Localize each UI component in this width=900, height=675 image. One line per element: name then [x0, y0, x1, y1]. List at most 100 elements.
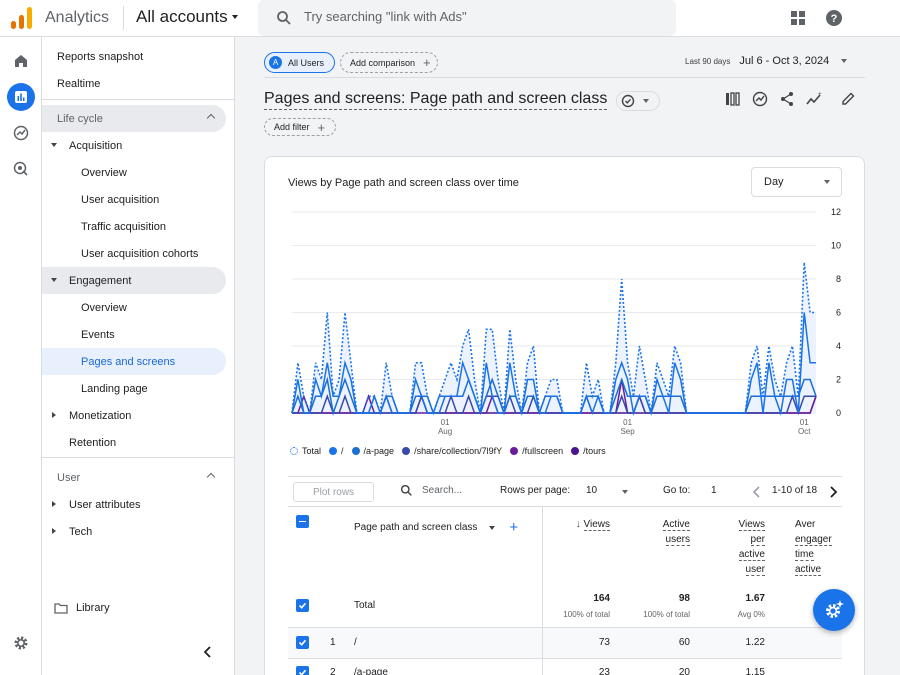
account-selector[interactable]: All accounts: [136, 7, 238, 27]
add-comparison-button[interactable]: Add comparison +: [340, 52, 438, 73]
chevron-down-icon: [643, 99, 649, 103]
account-name: All accounts: [136, 7, 228, 26]
sidebar-item-retention[interactable]: Retention: [42, 429, 226, 456]
table-search[interactable]: Search...: [400, 484, 462, 497]
sidebar-item-monetization[interactable]: Monetization: [42, 402, 226, 429]
date-range-picker[interactable]: Last 90 days Jul 6 - Oct 3, 2024: [685, 55, 848, 67]
sidebar-item-user-acquisition[interactable]: User acquisition: [42, 186, 226, 213]
sort-arrow-icon: ↓: [575, 519, 581, 530]
x-tick-label: Aug: [438, 427, 452, 436]
analytics-logo-icon[interactable]: [11, 7, 33, 29]
report-status-button[interactable]: [616, 91, 660, 111]
svg-text:?: ?: [831, 13, 838, 25]
sidebar-item-user-attributes[interactable]: User attributes: [42, 491, 226, 518]
sidebar-section-life-cycle[interactable]: Life cycle: [42, 105, 226, 132]
prev-page-icon[interactable]: [752, 486, 762, 498]
divider: [123, 6, 124, 30]
compare-columns-icon[interactable]: [725, 91, 741, 107]
sidebar-item-reports-snapshot[interactable]: Reports snapshot: [42, 43, 226, 70]
divider: [264, 77, 865, 78]
help-icon[interactable]: ?: [825, 9, 843, 27]
row-path[interactable]: /a-page: [354, 667, 388, 675]
page-scrollbar[interactable]: [893, 37, 900, 675]
share-icon[interactable]: [779, 91, 795, 107]
sidebar-item-engagement[interactable]: Engagement: [42, 267, 226, 294]
apps-grid-icon[interactable]: [789, 9, 807, 27]
legend-item[interactable]: Total: [290, 446, 321, 456]
row-path[interactable]: /: [354, 637, 357, 648]
goto-label: Go to:: [663, 485, 691, 496]
legend-item[interactable]: /tours: [571, 446, 606, 456]
chevron-up-icon: [206, 113, 216, 123]
home-icon[interactable]: [7, 47, 35, 75]
explore-icon[interactable]: [7, 119, 35, 147]
legend-swatch: [571, 447, 580, 455]
col-header-active-users[interactable]: Active users: [640, 517, 690, 547]
collapse-sidebar-icon[interactable]: [203, 646, 213, 658]
checkmark-icon: [298, 602, 307, 609]
legend-item[interactable]: /share/collection/7l9fY: [402, 446, 502, 456]
caret-down-icon: [51, 143, 57, 147]
next-page-icon[interactable]: [828, 486, 838, 498]
x-tick-label: 01: [441, 418, 450, 427]
legend-item[interactable]: /: [329, 446, 344, 456]
comparison-chip-all-users[interactable]: A All Users: [264, 52, 335, 73]
x-tick-label: Sep: [620, 427, 635, 436]
col-header-views-per-user[interactable]: Views per active user: [715, 517, 765, 577]
rows-per-page-select[interactable]: 10: [586, 485, 597, 496]
reports-icon[interactable]: [7, 83, 35, 111]
legend-item[interactable]: /a-page: [351, 446, 394, 456]
row-index: 2: [330, 667, 336, 675]
total-vpu-sub: Avg 0%: [737, 610, 765, 619]
table-search-input[interactable]: Search...: [422, 485, 462, 496]
interval-select[interactable]: Day: [751, 167, 842, 197]
row-views: 23: [598, 667, 610, 675]
sidebar-item-acquisition-overview[interactable]: Overview: [42, 159, 226, 186]
total-row-checkbox[interactable]: [296, 599, 309, 612]
add-dimension-plus-icon[interactable]: +: [509, 519, 518, 536]
divider: [288, 506, 842, 507]
row-checkbox[interactable]: [296, 666, 309, 675]
total-views-per-user: 1.67: [745, 593, 765, 604]
sidebar-item-tech[interactable]: Tech: [42, 518, 226, 545]
avatar: A: [269, 56, 282, 69]
top-bar: Analytics All accounts ?: [0, 0, 900, 37]
chevron-down-icon[interactable]: [622, 490, 628, 494]
total-users-sub: 100% of total: [643, 610, 690, 619]
sidebar-item-landing-page[interactable]: Landing page: [42, 375, 226, 402]
sidebar-item-user-acquisition-cohorts[interactable]: User acquisition cohorts: [42, 240, 226, 267]
row-views: 73: [598, 637, 610, 648]
col-header-views[interactable]: ↓ Views: [560, 517, 610, 532]
svg-text:+: +: [818, 92, 822, 98]
caret-down-icon: [51, 278, 57, 282]
search-input[interactable]: [304, 9, 654, 24]
sidebar-item-events[interactable]: Events: [42, 321, 226, 348]
insights-fab-button[interactable]: [813, 589, 855, 631]
select-all-checkbox[interactable]: [296, 515, 309, 528]
divider: [542, 659, 543, 675]
sidebar-item-library[interactable]: Library: [42, 594, 226, 621]
sidebar-item-realtime[interactable]: Realtime: [42, 70, 226, 97]
settings-gear-icon[interactable]: [7, 629, 35, 657]
sidebar-item-engagement-overview[interactable]: Overview: [42, 294, 226, 321]
add-filter-button[interactable]: Add filter +: [264, 118, 336, 136]
insights-icon[interactable]: [752, 91, 768, 107]
advertising-icon[interactable]: [7, 155, 35, 183]
dimension-header[interactable]: Page path and screen class +: [354, 519, 518, 536]
sidebar-item-traffic-acquisition[interactable]: Traffic acquisition: [42, 213, 226, 240]
search-bar[interactable]: [258, 0, 676, 36]
x-tick-label: Oct: [798, 427, 811, 436]
plot-rows-button[interactable]: Plot rows: [293, 482, 374, 502]
row-checkbox[interactable]: [296, 636, 309, 649]
total-views: 164: [593, 593, 610, 604]
sidebar-item-pages-and-screens[interactable]: Pages and screens: [42, 348, 226, 375]
goto-input[interactable]: 1: [711, 485, 717, 496]
date-range-label: Last 90 days: [685, 56, 731, 66]
trending-insights-icon[interactable]: +: [806, 91, 822, 107]
col-header-avg-engagement[interactable]: Aver engager time active: [795, 517, 842, 577]
sidebar-section-user[interactable]: User: [42, 464, 226, 491]
row-users: 20: [678, 667, 690, 675]
edit-pencil-icon[interactable]: [840, 91, 856, 107]
sidebar-item-acquisition[interactable]: Acquisition: [42, 132, 226, 159]
legend-item[interactable]: /fullscreen: [510, 446, 563, 456]
